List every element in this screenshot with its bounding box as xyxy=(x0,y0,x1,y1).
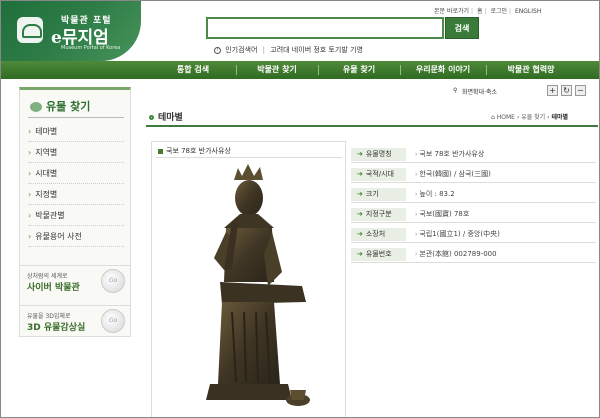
search-input[interactable] xyxy=(206,17,444,39)
info-circle-icon: ! xyxy=(214,46,221,54)
arrow-right-icon: ➔ xyxy=(357,230,363,238)
nav-item-find-artifact[interactable]: 유물 찾기 xyxy=(319,61,399,79)
main-nav: 통합 검색 박물관 찾기 유물 찾기 우리문화 이야기 박물관 협력망 xyxy=(1,61,599,79)
info-row-name: ➔ 유물명칭 › 국보 78호 반가사유상 xyxy=(351,145,596,163)
chevron-right-icon: › xyxy=(28,127,32,136)
page-title: 테마별 xyxy=(149,110,183,123)
site-logo[interactable]: 박물관 포털 e뮤지엄 Museum Portal of Korea xyxy=(1,1,141,61)
artifact-photo[interactable] xyxy=(162,162,337,418)
login-link[interactable]: 로그인 xyxy=(490,8,507,15)
sidebar-title: 유물 찾기 xyxy=(30,98,90,114)
go-button-icon[interactable]: Go xyxy=(101,309,125,333)
info-row-artifact-number: ➔ 유물번호 › 본관(本館) 002789-000 xyxy=(351,245,596,263)
triangle-right-icon: › xyxy=(415,151,418,158)
skip-to-content-link[interactable]: 본문 바로가기 xyxy=(434,8,469,15)
chevron-right-icon: › xyxy=(28,190,32,199)
sidebar-item-glossary[interactable]: › 유물용어 사전 xyxy=(28,227,124,247)
info-row-nationality-era: ➔ 국적/시대 › 한국(韓國) / 삼국(三國) xyxy=(351,165,596,183)
breadcrumb-find-artifact[interactable]: 유물 찾기 xyxy=(521,114,545,121)
triangle-right-icon: › xyxy=(415,231,418,238)
home-link[interactable]: 홈 xyxy=(477,8,483,15)
bullet-circle-icon xyxy=(149,115,154,120)
zoom-out-button[interactable]: − xyxy=(575,85,586,96)
arrow-right-icon: ➔ xyxy=(357,210,363,218)
museum-logo-icon xyxy=(17,17,43,43)
triangle-right-icon: › xyxy=(415,191,418,198)
arrow-right-icon: ➔ xyxy=(357,190,363,198)
magnifier-icon: ⚲ xyxy=(453,87,458,94)
info-row-size: ➔ 크기 › 높이 : 83.2 xyxy=(351,185,596,203)
bullet-square-icon xyxy=(158,148,163,154)
nav-item-find-museum[interactable]: 박물관 찾기 xyxy=(237,61,317,79)
zoom-toolbar: ⚲ 화면확대·축소 + ↻ − xyxy=(453,85,593,99)
chevron-right-icon: › xyxy=(28,169,32,178)
zoom-reset-button[interactable]: ↻ xyxy=(561,85,572,96)
sidebar: 유물 찾기 › 테마별 › 지역별 › 시대별 › 지정별 › 박물관별 › 유물용어 사전 xyxy=(19,87,131,337)
artifact-caption: 국보 78호 반가사유상 xyxy=(158,146,231,156)
arrow-right-icon: ➔ xyxy=(357,150,363,158)
sidebar-item-museum[interactable]: › 박물관별 xyxy=(28,206,124,226)
triangle-right-icon: › xyxy=(415,171,418,178)
breadcrumb-current: 테마별 xyxy=(551,114,568,121)
browser-window: 박물관 포털 e뮤지엄 Museum Portal of Korea 검색 ! … xyxy=(0,0,600,418)
triangle-right-icon: › xyxy=(415,251,418,258)
site-header: 박물관 포털 e뮤지엄 Museum Portal of Korea 검색 ! … xyxy=(1,1,599,61)
utility-links: 본문 바로가기 | 홈 | 로그인 | ENGLISH xyxy=(434,8,542,15)
zoom-label: 화면확대·축소 xyxy=(462,89,498,96)
english-link[interactable]: ENGLISH xyxy=(515,8,541,15)
info-row-designation: ➔ 지정구분 › 국보(國寶) 78호 xyxy=(351,205,596,223)
logo-subtitle: Museum Portal of Korea xyxy=(61,45,121,51)
breadcrumb: ⌂ HOME › 유물 찾기 › 테마별 xyxy=(491,114,568,121)
sidebar-item-era[interactable]: › 시대별 xyxy=(28,164,124,184)
chevron-right-icon: › xyxy=(28,211,32,220)
sidebar-item-designation[interactable]: › 지정별 xyxy=(28,185,124,205)
sidebar-leaf-icon xyxy=(30,102,42,112)
breadcrumb-home[interactable]: HOME xyxy=(497,114,515,121)
arrow-right-icon: ➔ xyxy=(357,170,363,178)
chevron-right-icon: › xyxy=(28,148,32,157)
home-icon: ⌂ xyxy=(491,114,495,121)
nav-item-culture-story[interactable]: 우리문화 이야기 xyxy=(401,61,485,79)
nav-item-museum-network[interactable]: 박물관 협력망 xyxy=(487,61,575,79)
zoom-in-button[interactable]: + xyxy=(547,85,558,96)
artifact-image-panel: 국보 78호 반가사유상 xyxy=(151,141,346,418)
popular-keyword-link[interactable]: 고려대 네이버 정호 토기발 기영 xyxy=(270,46,363,54)
promo-cyber-museum[interactable]: 상처럼의 세계로 사이버 박물관 Go xyxy=(19,265,131,299)
nav-item-integrated-search[interactable]: 통합 검색 xyxy=(151,61,235,79)
sidebar-item-theme[interactable]: › 테마별 xyxy=(28,122,124,142)
arrow-right-icon: ➔ xyxy=(357,250,363,258)
info-row-collection: ➔ 소장처 › 국립1(國立1) / 중앙(中央) xyxy=(351,225,596,243)
go-button-icon[interactable]: Go xyxy=(101,269,125,293)
triangle-right-icon: › xyxy=(415,211,418,218)
promo-3d-gallery[interactable]: 유물을 3D입체로 3D 유물감상실 Go xyxy=(19,305,131,339)
sidebar-item-region[interactable]: › 지역별 xyxy=(28,143,124,163)
search-button[interactable]: 검색 xyxy=(445,17,479,39)
popular-keywords: ! 인기검색어 | 고려대 네이버 정호 토기발 기영 xyxy=(214,45,363,55)
popular-keywords-label: 인기검색어 xyxy=(225,46,258,54)
chevron-right-icon: › xyxy=(28,232,32,241)
